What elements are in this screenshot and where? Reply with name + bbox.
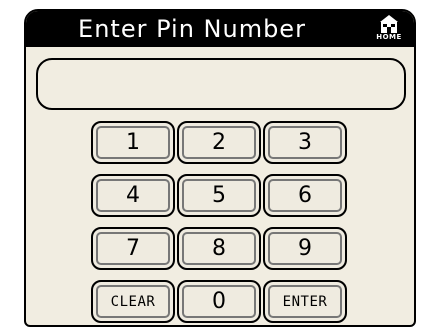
key-1[interactable]: 1 [91,121,175,164]
key-label: 8 [212,236,226,261]
key-label: 5 [212,183,226,208]
key-3[interactable]: 3 [263,121,347,164]
key-4[interactable]: 4 [91,174,175,217]
key-6[interactable]: 6 [263,174,347,217]
key-label: 9 [298,236,312,261]
pin-display-field[interactable] [36,58,406,110]
key-2[interactable]: 2 [177,121,261,164]
key-7[interactable]: 7 [91,227,175,270]
key-9[interactable]: 9 [263,227,347,270]
key-label: 1 [126,130,140,155]
key-label: 7 [126,236,140,261]
key-label: CLEAR [110,293,156,310]
home-icon [380,15,398,33]
title-bar: Enter Pin Number HOME [26,11,414,47]
page-title: Enter Pin Number [78,15,306,43]
home-button[interactable]: HOME [374,14,404,44]
key-label: 3 [298,130,312,155]
clear-button[interactable]: CLEAR [91,280,175,323]
key-label: 2 [212,130,226,155]
key-0[interactable]: 0 [177,280,261,323]
key-5[interactable]: 5 [177,174,261,217]
key-label: 4 [126,183,140,208]
pin-entry-screen: Enter Pin Number HOME 1 2 3 4 5 6 7 8 9 … [24,9,416,327]
enter-button[interactable]: ENTER [263,280,347,323]
key-label: 0 [212,289,226,314]
key-label: ENTER [282,293,328,310]
key-8[interactable]: 8 [177,227,261,270]
home-label: HOME [376,33,402,41]
key-label: 6 [298,183,312,208]
